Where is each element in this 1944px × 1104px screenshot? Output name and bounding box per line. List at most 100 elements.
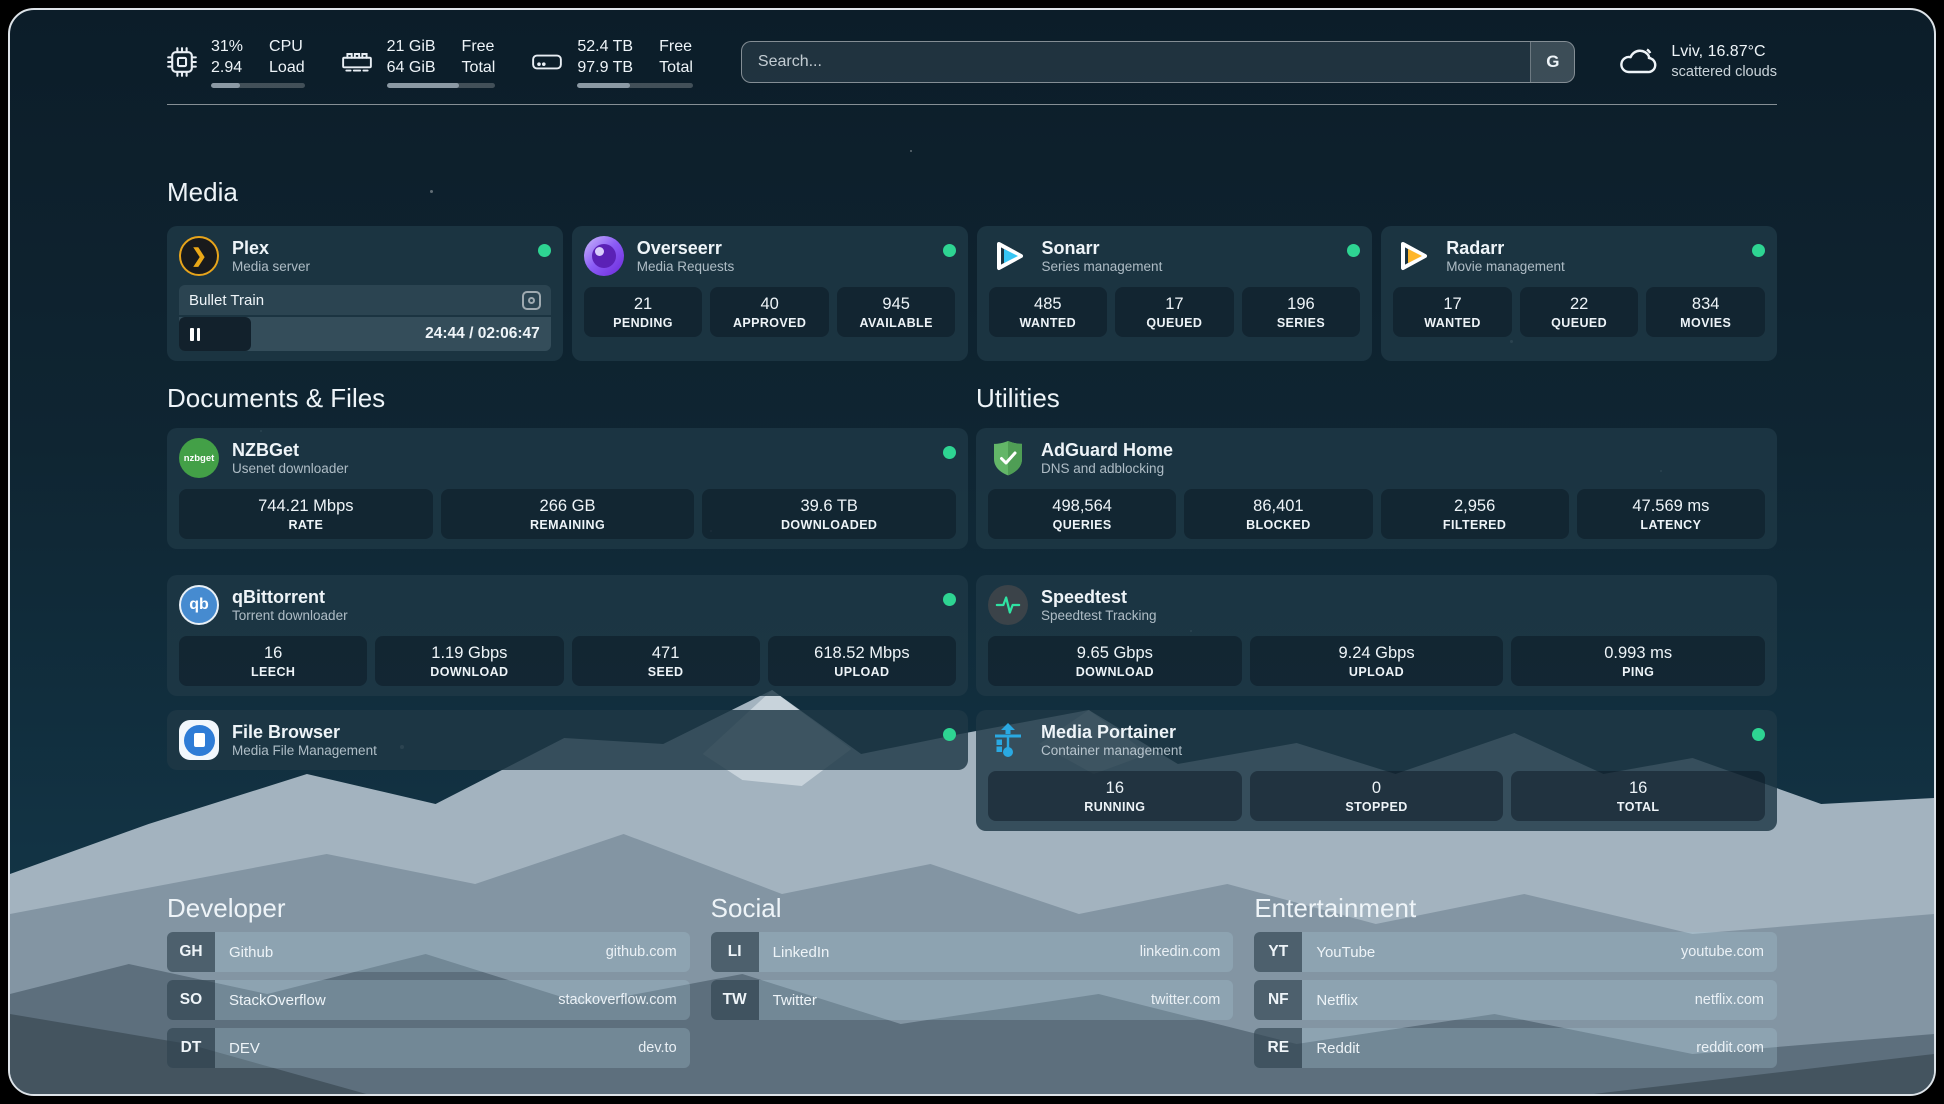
stat-value: 266 GB <box>445 497 691 516</box>
stat-tile: 498,564 QUERIES <box>988 489 1176 539</box>
stat-label: PENDING <box>588 316 699 330</box>
sonarr-card[interactable]: Sonarr Series management 485 WANTED 17 Q… <box>977 226 1373 361</box>
memory-total-label: Total <box>462 57 496 78</box>
memory-icon <box>341 48 373 76</box>
link-abbr: DT <box>167 1028 215 1068</box>
cast-icon[interactable] <box>522 291 541 310</box>
link-name: Github <box>229 944 273 961</box>
speedtest-subtitle: Speedtest Tracking <box>1041 608 1157 625</box>
header-divider <box>167 104 1777 105</box>
stat-tile: 2,956 FILTERED <box>1381 489 1569 539</box>
disk-free-value: 52.4 TB <box>577 36 633 57</box>
stat-tile: 39.6 TB DOWNLOADED <box>702 489 956 539</box>
filebrowser-card[interactable]: File Browser Media File Management <box>167 710 968 770</box>
filebrowser-status-dot <box>943 728 956 741</box>
section-heading-media: Media <box>167 177 1777 208</box>
top-bar: 31% 2.94 CPU Load <box>167 36 1777 88</box>
stat-label: LEECH <box>183 665 363 679</box>
cpu-load-label: Load <box>269 57 305 78</box>
link-name: LinkedIn <box>773 944 830 961</box>
stat-value: 17 <box>1397 295 1508 314</box>
adguard-subtitle: DNS and adblocking <box>1041 461 1173 478</box>
search-input[interactable] <box>742 42 1531 82</box>
disk-free-label: Free <box>659 36 693 57</box>
stat-tile: 9.65 Gbps DOWNLOAD <box>988 636 1242 686</box>
plex-card[interactable]: ❯ Plex Media server Bullet Train <box>167 226 563 361</box>
sonarr-subtitle: Series management <box>1042 259 1163 276</box>
cpu-load-value: 2.94 <box>211 57 243 78</box>
plex-now-playing: Bullet Train 24:44 / 02:06:47 <box>179 285 551 351</box>
stat-value: 39.6 TB <box>706 497 952 516</box>
link-url: twitter.com <box>1151 992 1220 1008</box>
speedtest-card[interactable]: Speedtest Speedtest Tracking 9.65 Gbps D… <box>976 575 1777 696</box>
link-twitter[interactable]: TW Twitter twitter.com <box>711 980 1234 1020</box>
link-stackoverflow[interactable]: SO StackOverflow stackoverflow.com <box>167 980 690 1020</box>
stat-value: 86,401 <box>1188 497 1368 516</box>
link-name: YouTube <box>1316 944 1375 961</box>
link-name: StackOverflow <box>229 992 326 1009</box>
stat-value: 1.19 Gbps <box>379 644 559 663</box>
stat-tile: 17 WANTED <box>1393 287 1512 337</box>
link-name: DEV <box>229 1040 260 1057</box>
stat-label: QUERIES <box>992 518 1172 532</box>
qbittorrent-card[interactable]: qb qBittorrent Torrent downloader 16 LEE… <box>167 575 968 696</box>
nzbget-status-dot <box>943 446 956 459</box>
stat-value: 16 <box>1515 779 1761 798</box>
link-youtube[interactable]: YT YouTube youtube.com <box>1254 932 1777 972</box>
radarr-subtitle: Movie management <box>1446 259 1565 276</box>
playback-progress-bar[interactable]: 24:44 / 02:06:47 <box>179 317 551 351</box>
stat-label: QUEUED <box>1119 316 1230 330</box>
stat-value: 471 <box>576 644 756 663</box>
stat-label: SEED <box>576 665 756 679</box>
link-github[interactable]: GH Github github.com <box>167 932 690 972</box>
link-dev-to[interactable]: DT DEV dev.to <box>167 1028 690 1068</box>
search-provider-button[interactable]: G <box>1530 42 1574 82</box>
stat-value: 744.21 Mbps <box>183 497 429 516</box>
stat-label: TOTAL <box>1515 800 1761 814</box>
adguard-title: AdGuard Home <box>1041 439 1173 462</box>
cpu-icon <box>167 47 197 77</box>
stat-label: PING <box>1515 665 1761 679</box>
link-linkedin[interactable]: LI LinkedIn linkedin.com <box>711 932 1234 972</box>
pause-icon[interactable] <box>190 328 200 341</box>
stat-value: 16 <box>992 779 1238 798</box>
plex-subtitle: Media server <box>232 259 310 276</box>
nzbget-card[interactable]: nzbget NZBGet Usenet downloader 744.21 M… <box>167 428 968 549</box>
cpu-progress-fill <box>211 83 240 88</box>
stat-label: DOWNLOAD <box>992 665 1238 679</box>
stat-value: 945 <box>841 295 952 314</box>
disk-icon <box>531 48 563 76</box>
stat-label: FILTERED <box>1385 518 1565 532</box>
stat-label: SERIES <box>1246 316 1357 330</box>
stat-value: 40 <box>714 295 825 314</box>
stat-label: UPLOAD <box>772 665 952 679</box>
stat-tile: 618.52 Mbps UPLOAD <box>768 636 956 686</box>
link-url: netflix.com <box>1695 992 1764 1008</box>
portainer-card[interactable]: Media Portainer Container management 16 … <box>976 710 1777 831</box>
stat-label: RATE <box>183 518 429 532</box>
link-abbr: NF <box>1254 980 1302 1020</box>
stat-label: QUEUED <box>1524 316 1635 330</box>
overseerr-subtitle: Media Requests <box>637 259 735 276</box>
disk-total-value: 97.9 TB <box>577 57 633 78</box>
stat-tile: 47.569 ms LATENCY <box>1577 489 1765 539</box>
utilities-column: Utilities AdGuard Home <box>976 383 1777 831</box>
radarr-status-dot <box>1752 244 1765 257</box>
cloud-icon <box>1617 43 1659 82</box>
adguard-card[interactable]: AdGuard Home DNS and adblocking 498,564 … <box>976 428 1777 549</box>
radarr-card[interactable]: Radarr Movie management 17 WANTED 22 QUE… <box>1381 226 1777 361</box>
stat-value: 9.65 Gbps <box>992 644 1238 663</box>
bookmarks-area: Developer GH Github github.com SO StackO… <box>167 893 1777 1068</box>
stat-tile: 0 STOPPED <box>1250 771 1504 821</box>
stat-value: 485 <box>993 295 1104 314</box>
link-abbr: LI <box>711 932 759 972</box>
stat-label: UPLOAD <box>1254 665 1500 679</box>
link-netflix[interactable]: NF Netflix netflix.com <box>1254 980 1777 1020</box>
stat-tile: 86,401 BLOCKED <box>1184 489 1372 539</box>
radarr-icon <box>1393 236 1433 276</box>
stat-value: 618.52 Mbps <box>772 644 952 663</box>
overseerr-card[interactable]: Overseerr Media Requests 21 PENDING 40 A… <box>572 226 968 361</box>
stat-label: APPROVED <box>714 316 825 330</box>
link-reddit[interactable]: RE Reddit reddit.com <box>1254 1028 1777 1068</box>
stat-tile: 9.24 Gbps UPLOAD <box>1250 636 1504 686</box>
